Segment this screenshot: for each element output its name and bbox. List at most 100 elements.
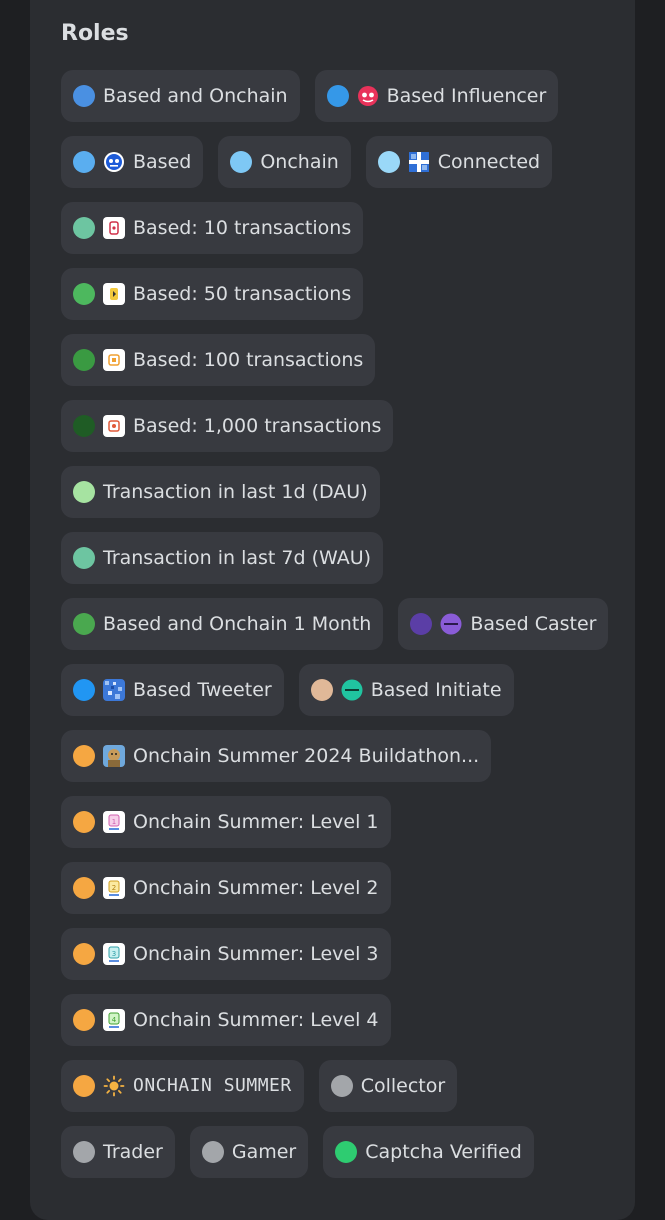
role-pill-onchain[interactable]: Onchain <box>218 136 351 188</box>
role-color-dot <box>330 1075 353 1097</box>
roles-row: Based: 100 transactions <box>61 334 621 386</box>
based-badge-icon <box>103 151 125 173</box>
role-label: Transaction in last 7d (WAU) <box>103 547 372 569</box>
role-pill-based-50-transactions[interactable]: Based: 50 transactions <box>61 268 364 320</box>
role-pill-connected[interactable]: Connected <box>365 136 553 188</box>
role-label: Based: 1,000 transactions <box>133 415 382 437</box>
tx-10-badge-icon <box>103 217 125 239</box>
role-color-dot <box>73 481 95 503</box>
role-label: Connected <box>437 151 541 173</box>
roles-row: Transaction in last 1d (DAU) <box>61 466 621 518</box>
role-label: Trader <box>103 1141 163 1163</box>
role-color-dot <box>73 877 95 899</box>
roles-row: 4 Onchain Summer: Level 4 <box>61 994 621 1046</box>
role-color-dot <box>73 217 95 239</box>
role-label: Gamer <box>231 1141 297 1163</box>
svg-text:2: 2 <box>112 884 116 892</box>
role-pill-gamer[interactable]: Gamer <box>189 1126 309 1178</box>
role-color-dot <box>335 1141 358 1163</box>
connected-badge-icon <box>408 151 430 173</box>
role-label: Based and Onchain 1 Month <box>103 613 372 635</box>
role-color-dot <box>73 1075 95 1097</box>
role-color-dot <box>73 811 95 833</box>
roles-row: Based Tweeter Based Initiate <box>61 664 621 716</box>
role-pill-collector[interactable]: Collector <box>318 1060 458 1112</box>
role-label: Based <box>133 151 192 173</box>
role-label: Onchain <box>260 151 339 173</box>
role-pill-onchain-summer-2024-buildathon[interactable]: Onchain Summer 2024 Buildathon... <box>61 730 492 782</box>
role-pill-transaction-in-last-1d-dau[interactable]: Transaction in last 1d (DAU) <box>61 466 380 518</box>
role-pill-onchain-summer-level-1[interactable]: 1 Onchain Summer: Level 1 <box>61 796 391 848</box>
sun-icon <box>103 1075 125 1097</box>
role-color-dot <box>73 547 95 569</box>
role-label: Based Influencer <box>386 85 547 107</box>
tx-50-badge-icon <box>103 283 125 305</box>
roles-row: Based: 50 transactions <box>61 268 621 320</box>
role-color-dot <box>73 415 95 437</box>
role-color-dot <box>73 85 95 107</box>
role-label: Onchain Summer: Level 3 <box>133 943 379 965</box>
roles-row: Based Onchain Connected <box>61 136 621 188</box>
tx-100-badge-icon <box>103 349 125 371</box>
role-label: Based and Onchain <box>103 85 288 107</box>
role-pill-onchain-summer-level-4[interactable]: 4 Onchain Summer: Level 4 <box>61 994 391 1046</box>
role-color-dot <box>73 679 95 701</box>
role-pill-based-10-transactions[interactable]: Based: 10 transactions <box>61 202 364 254</box>
roles-row: Transaction in last 7d (WAU) <box>61 532 621 584</box>
role-pill-based-and-onchain[interactable]: Based and Onchain <box>61 70 300 122</box>
role-pill-onchain-summer-level-2[interactable]: 2 Onchain Summer: Level 2 <box>61 862 391 914</box>
role-pill-transaction-in-last-7d-wau[interactable]: Transaction in last 7d (WAU) <box>61 532 384 584</box>
roles-row: 3 Onchain Summer: Level 3 <box>61 928 621 980</box>
initiate-badge-icon <box>341 679 363 701</box>
roles-row: ONCHAIN SUMMER Collector <box>61 1060 621 1112</box>
role-pill-based-influencer[interactable]: Based Influencer <box>314 70 559 122</box>
summer-level-3-badge-icon: 3 <box>103 943 125 965</box>
role-color-dot <box>73 1009 95 1031</box>
role-color-dot <box>310 679 333 701</box>
role-label: Based Caster <box>470 613 597 635</box>
role-color-dot <box>73 943 95 965</box>
roles-row: Onchain Summer 2024 Buildathon... <box>61 730 621 782</box>
roles-list: Based and Onchain Based Influencer Based On… <box>61 70 621 1192</box>
summer-level-1-badge-icon: 1 <box>103 811 125 833</box>
summer-level-2-badge-icon: 2 <box>103 877 125 899</box>
role-pill-based-caster[interactable]: Based Caster <box>398 598 609 650</box>
role-label: Onchain Summer: Level 2 <box>133 877 379 899</box>
role-label: Based: 100 transactions <box>133 349 364 371</box>
tx-1000-badge-icon <box>103 415 125 437</box>
role-color-dot <box>230 151 253 173</box>
role-label: Onchain Summer: Level 4 <box>133 1009 379 1031</box>
role-pill-captcha-verified[interactable]: Captcha Verified <box>323 1126 534 1178</box>
roles-row: Based and Onchain 1 Month Based Caster <box>61 598 621 650</box>
roles-row: 1 Onchain Summer: Level 1 <box>61 796 621 848</box>
role-color-dot <box>377 151 400 173</box>
role-pill-based-tweeter[interactable]: Based Tweeter <box>61 664 284 716</box>
role-color-dot <box>73 349 95 371</box>
buildathon-badge-icon <box>103 745 125 767</box>
role-pill-onchain-summer[interactable]: ONCHAIN SUMMER <box>61 1060 304 1112</box>
role-pill-based-100-transactions[interactable]: Based: 100 transactions <box>61 334 376 386</box>
roles-row: Based: 1,000 transactions <box>61 400 621 452</box>
role-pill-based-and-onchain-1-month[interactable]: Based and Onchain 1 Month <box>61 598 384 650</box>
role-label: Based: 10 transactions <box>133 217 352 239</box>
role-color-dot <box>73 1141 95 1163</box>
role-label: Onchain Summer: Level 1 <box>133 811 379 833</box>
roles-row: Based: 10 transactions <box>61 202 621 254</box>
roles-row: Trader Gamer Captcha Verified <box>61 1126 621 1178</box>
role-color-dot <box>73 151 95 173</box>
role-label: Transaction in last 1d (DAU) <box>103 481 368 503</box>
svg-text:4: 4 <box>112 1016 117 1024</box>
role-color-dot <box>201 1141 224 1163</box>
role-pill-onchain-summer-level-3[interactable]: 3 Onchain Summer: Level 3 <box>61 928 391 980</box>
role-color-dot <box>326 85 349 107</box>
role-pill-based[interactable]: Based <box>61 136 204 188</box>
svg-text:3: 3 <box>112 950 116 958</box>
role-pill-based-initiate[interactable]: Based Initiate <box>298 664 514 716</box>
summer-level-4-badge-icon: 4 <box>103 1009 125 1031</box>
role-pill-trader[interactable]: Trader <box>61 1126 175 1178</box>
role-color-dot <box>73 613 95 635</box>
role-label: Onchain Summer 2024 Buildathon... <box>133 745 480 767</box>
role-pill-based-1-000-transactions[interactable]: Based: 1,000 transactions <box>61 400 394 452</box>
role-color-dot <box>73 745 95 767</box>
role-label: Based Initiate <box>370 679 502 701</box>
